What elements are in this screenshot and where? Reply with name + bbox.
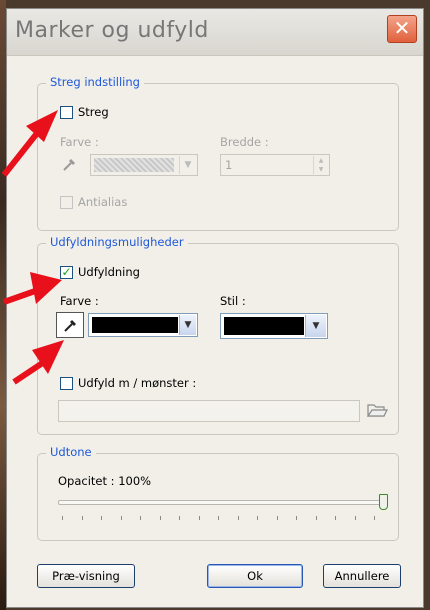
slider-tick [179, 516, 180, 520]
slider-tick [81, 516, 83, 520]
opacity-slider-track[interactable] [58, 500, 388, 505]
stroke-color-swatch [94, 158, 174, 172]
stroke-color-picker-button[interactable] [56, 152, 84, 178]
fill-color-dropdown[interactable]: ▼ [88, 313, 198, 337]
fill-and-stroke-dialog: Marker og udfyld ✕ Streg indstilling Str… [6, 8, 424, 608]
fill-checkbox-label: Udfyldning [78, 265, 140, 279]
fill-checkbox[interactable]: ✓ [60, 266, 73, 279]
fill-color-picker-button[interactable] [56, 312, 84, 338]
fill-options-legend: Udfyldningsmuligheder [46, 235, 188, 249]
slider-tick [257, 516, 258, 520]
slider-tick [335, 516, 336, 520]
stroke-width-stepper[interactable]: 1 ▲ ▼ [220, 154, 330, 176]
fill-style-dropdown[interactable]: ▼ [220, 313, 328, 339]
stroke-settings-group: Streg indstilling Streg Farve : Bredde :… [37, 75, 399, 231]
cancel-button[interactable]: Annullere [323, 564, 401, 588]
eyedropper-icon [63, 159, 75, 171]
slider-tick [62, 516, 63, 520]
chevron-down-icon: ▼ [179, 315, 196, 335]
fill-style-swatch [224, 317, 304, 335]
chevron-down-icon: ▼ [305, 315, 326, 337]
eyedropper-icon [64, 320, 76, 332]
folder-open-icon [366, 404, 388, 417]
open-folder-button[interactable] [366, 400, 388, 422]
pattern-fill-label: Udfyld m / mønster : [78, 376, 197, 390]
preview-button[interactable]: Præ-visning [37, 564, 135, 588]
stroke-width-value: 1 [225, 158, 233, 172]
stroke-width-label: Bredde : [220, 135, 269, 149]
opacity-label: Opacitet : 100% [58, 474, 152, 488]
checkmark-icon: ✓ [61, 265, 72, 279]
opacity-slider-thumb[interactable] [379, 494, 388, 510]
slider-tick [198, 516, 200, 520]
slider-tick [101, 516, 102, 520]
fill-color-label: Farve : [60, 294, 99, 308]
slider-tick [315, 516, 317, 520]
antialias-label: Antialias [78, 195, 128, 209]
pattern-fill-checkbox[interactable] [60, 377, 73, 390]
slider-tick [296, 516, 297, 520]
close-button[interactable]: ✕ [387, 15, 417, 43]
pattern-path-field[interactable] [58, 400, 360, 422]
dialog-title: Marker og udfyld [15, 18, 209, 43]
slider-tick [374, 516, 375, 520]
stroke-checkbox-label: Streg [78, 105, 109, 119]
fade-legend: Udtone [46, 445, 96, 459]
title-bar[interactable]: Marker og udfyld ✕ [7, 9, 423, 56]
stroke-color-label: Farve : [60, 135, 99, 149]
slider-tick [276, 516, 278, 520]
stroke-checkbox[interactable] [60, 106, 73, 119]
slider-tick [237, 516, 239, 520]
fill-options-group: Udfyldningsmuligheder ✓ Udfyldning Farve… [37, 235, 399, 435]
fill-color-swatch [92, 317, 178, 333]
slider-tick [140, 516, 141, 520]
fade-group: Udtone Opacitet : 100% [37, 445, 399, 541]
ok-button[interactable]: Ok [207, 564, 303, 588]
chevron-down-icon: ▼ [179, 156, 196, 174]
antialias-checkbox[interactable] [60, 196, 73, 209]
fill-style-label: Stil : [220, 294, 246, 308]
slider-tick [218, 516, 219, 520]
slider-tick [354, 516, 356, 520]
slider-tick [159, 516, 161, 520]
close-icon: ✕ [393, 16, 411, 40]
slider-tick [120, 516, 122, 520]
spin-arrows-icon: ▲ ▼ [313, 156, 328, 174]
stroke-settings-legend: Streg indstilling [46, 75, 144, 89]
opacity-slider-ticks [62, 516, 388, 521]
stroke-color-dropdown[interactable]: ▼ [90, 154, 198, 176]
